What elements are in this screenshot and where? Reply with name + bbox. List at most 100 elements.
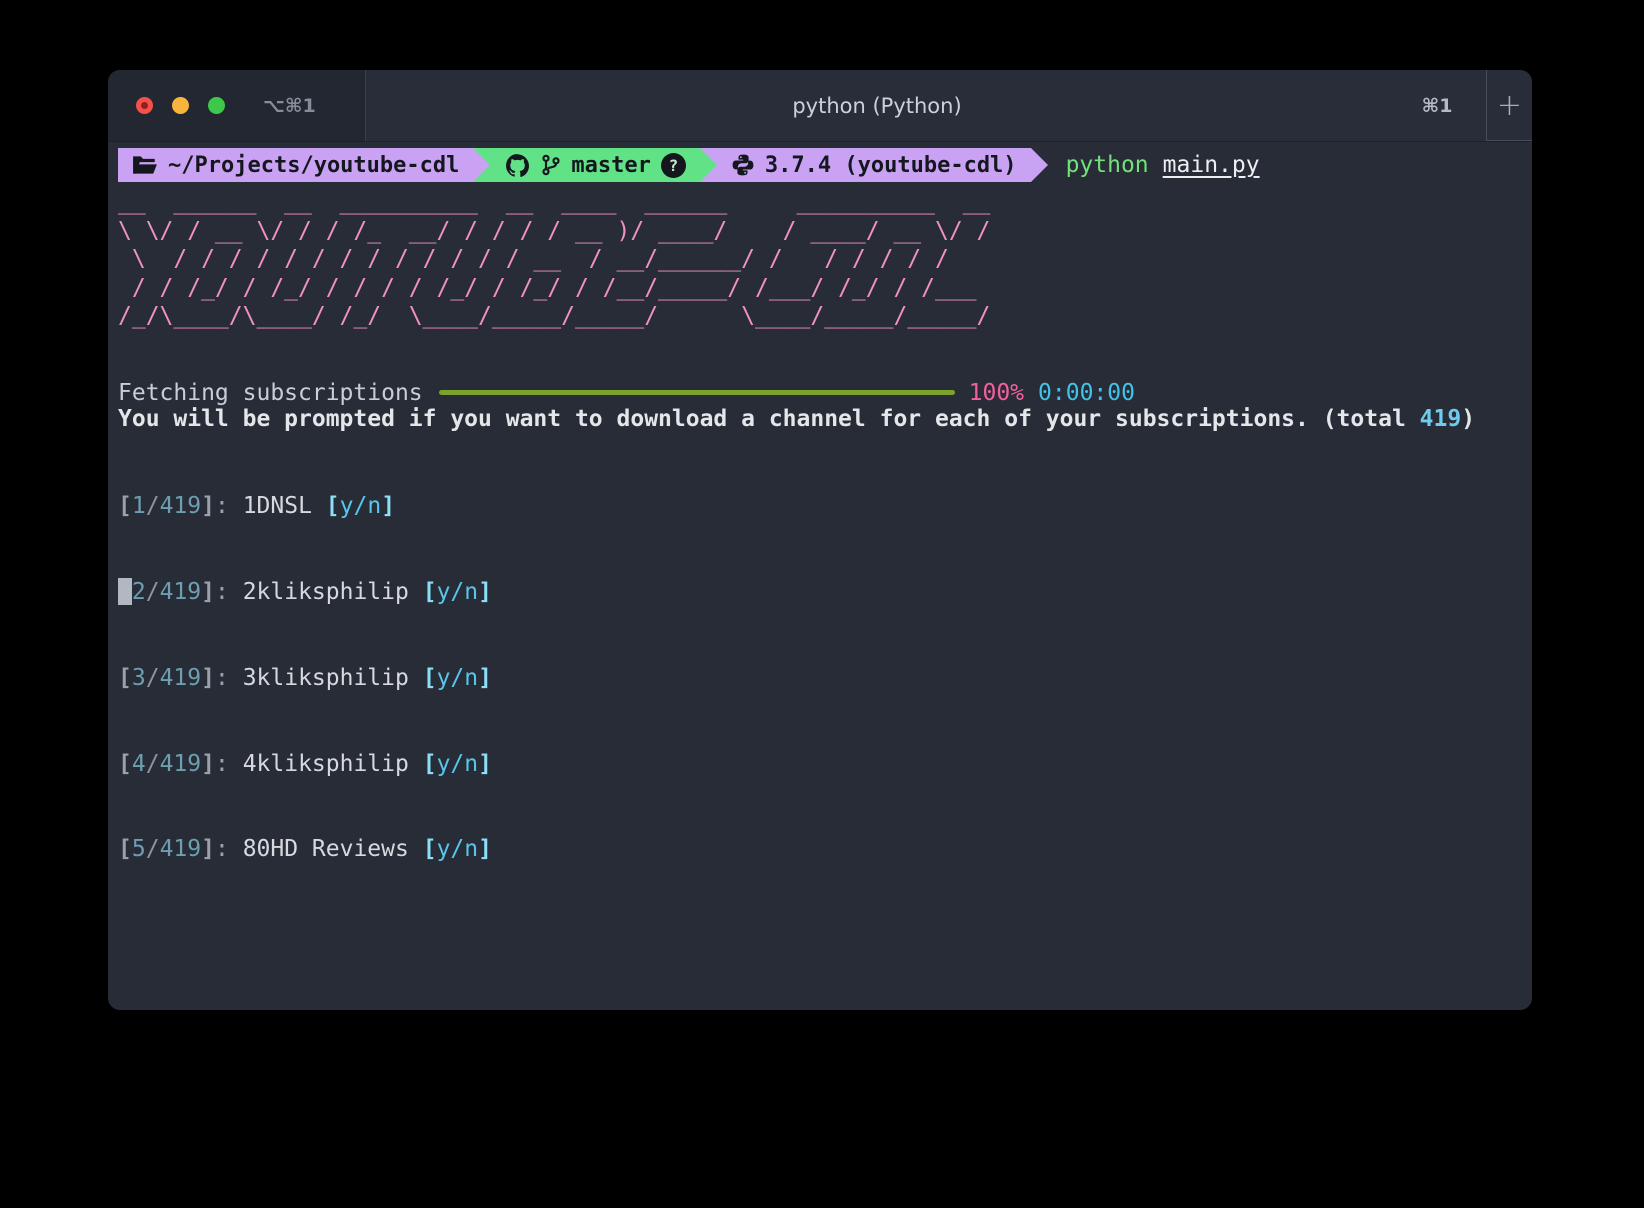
tab-active[interactable]: ⌥⌘1 (108, 70, 366, 141)
bracket: [ (118, 836, 132, 862)
bracket: ] (201, 665, 215, 691)
minimize-button[interactable] (172, 97, 189, 114)
zoom-button[interactable] (208, 97, 225, 114)
pane-shortcut-label: ⌘1 (1388, 70, 1486, 141)
powerline-prompt: ~/Projects/youtube-cdl master ? 3.7.4 (y… (118, 148, 1260, 182)
prompt-message: You will be prompted if you want to down… (118, 406, 1475, 432)
github-icon (504, 152, 531, 179)
bracket: [ (118, 493, 132, 519)
yn-bracket: [ (423, 665, 437, 691)
bracket: ] (201, 493, 215, 519)
powerline-separator (473, 148, 490, 182)
item-index: 5 (132, 836, 146, 862)
list-item: [1/419]: 1DNSL [y/n] (118, 492, 492, 521)
colon: : (215, 836, 243, 862)
total-count: 419 (1420, 406, 1462, 432)
slash: / (146, 836, 160, 862)
item-index: 2 (132, 579, 146, 605)
bracket: [ (118, 751, 132, 777)
banner-line: \ \/ / __ \/ / / /_ __/ / / / / __ )/ __… (118, 217, 990, 246)
item-total: 419 (160, 751, 202, 777)
window-controls (136, 97, 225, 114)
subscription-list: [1/419]: 1DNSL [y/n] [2/419]: 2kliksphil… (118, 435, 492, 921)
colon: : (215, 751, 243, 777)
git-branch-name: master (571, 153, 650, 178)
banner-line: / / /_/ / /_/ / / / / /_/ / /_/ / /__/__… (118, 274, 990, 303)
list-item: [3/419]: 3kliksphilip [y/n] (118, 664, 492, 693)
banner-line: \ / / / / / / / / / / / / / __ / __/____… (118, 245, 990, 274)
command-name: python (1066, 152, 1149, 178)
powerline-separator (700, 148, 717, 182)
list-item: [4/419]: 4kliksphilip [y/n] (118, 750, 492, 779)
folder-open-icon (132, 154, 158, 176)
title-area: python (Python) (366, 70, 1388, 141)
cwd-path: ~/Projects/youtube-cdl (168, 153, 459, 178)
git-branch-icon (541, 153, 561, 177)
item-total: 419 (160, 493, 202, 519)
banner-line: __ ______ __ __________ __ ____ ______ _… (118, 188, 990, 217)
yn-prompt: y/n (437, 665, 479, 691)
slash: / (146, 493, 160, 519)
yn-prompt: y/n (340, 493, 382, 519)
yn-bracket: [ (423, 836, 437, 862)
item-index: 3 (132, 665, 146, 691)
channel-name: 1DNSL (243, 493, 326, 519)
yn-bracket: [ (423, 751, 437, 777)
command-argument: main.py (1163, 152, 1260, 178)
progress-percent: 100% (969, 380, 1024, 406)
list-item: [5/419]: 80HD Reviews [y/n] (118, 835, 492, 864)
yn-bracket: ] (478, 665, 492, 691)
item-index: 4 (132, 751, 146, 777)
cwd-segment: ~/Projects/youtube-cdl (118, 148, 473, 182)
bracket: ] (201, 579, 215, 605)
progress-label: Fetching subscriptions (118, 380, 423, 406)
yn-prompt: y/n (437, 579, 479, 605)
bracket: ] (201, 751, 215, 777)
yn-bracket: ] (478, 836, 492, 862)
new-tab-button[interactable]: + (1486, 70, 1532, 141)
yn-bracket: ] (381, 493, 395, 519)
message-text-end: ) (1461, 406, 1475, 432)
item-total: 419 (160, 579, 202, 605)
item-total: 419 (160, 836, 202, 862)
yn-prompt: y/n (437, 751, 479, 777)
bracket: [ (118, 665, 132, 691)
colon: : (215, 665, 243, 691)
window-title: python (Python) (792, 94, 961, 118)
git-segment: master ? (490, 148, 699, 182)
list-item: [2/419]: 2kliksphilip [y/n] (118, 578, 492, 607)
yn-bracket: [ (326, 493, 340, 519)
tab-shortcut-label: ⌥⌘1 (263, 95, 316, 117)
channel-name: 3kliksphilip (243, 665, 423, 691)
progress-bar (439, 390, 955, 395)
yn-prompt: y/n (437, 836, 479, 862)
yn-bracket: ] (478, 579, 492, 605)
bracket: ] (201, 836, 215, 862)
banner-line: /_/\____/\____/ /_/ \____/_____/_____/ \… (118, 302, 990, 331)
python-version: 3.7.4 (youtube-cdl) (765, 153, 1017, 178)
channel-name: 80HD Reviews (243, 836, 423, 862)
slash: / (146, 579, 160, 605)
item-total: 419 (160, 665, 202, 691)
channel-name: 4kliksphilip (243, 751, 423, 777)
slash: / (146, 751, 160, 777)
colon: : (215, 493, 243, 519)
slash: / (146, 665, 160, 691)
yn-bracket: [ (423, 579, 437, 605)
channel-name: 2kliksphilip (243, 579, 423, 605)
progress-elapsed: 0:00:00 (1038, 380, 1135, 406)
terminal-cursor[interactable] (118, 578, 132, 605)
titlebar: ⌥⌘1 python (Python) ⌘1 + (108, 70, 1532, 142)
ascii-banner: __ ______ __ __________ __ ____ ______ _… (118, 188, 990, 331)
close-button[interactable] (136, 97, 153, 114)
desktop: ⌥⌘1 python (Python) ⌘1 + ~/Projects/yout… (0, 0, 1644, 1208)
command-line: python main.py (1066, 148, 1260, 182)
python-icon (731, 153, 755, 177)
colon: : (215, 579, 243, 605)
item-index: 1 (132, 493, 146, 519)
powerline-separator (1031, 148, 1048, 182)
terminal-window: ⌥⌘1 python (Python) ⌘1 + ~/Projects/yout… (108, 70, 1532, 1010)
message-text: You will be prompted if you want to down… (118, 406, 1420, 432)
python-env-segment: 3.7.4 (youtube-cdl) (717, 148, 1031, 182)
yn-bracket: ] (478, 751, 492, 777)
